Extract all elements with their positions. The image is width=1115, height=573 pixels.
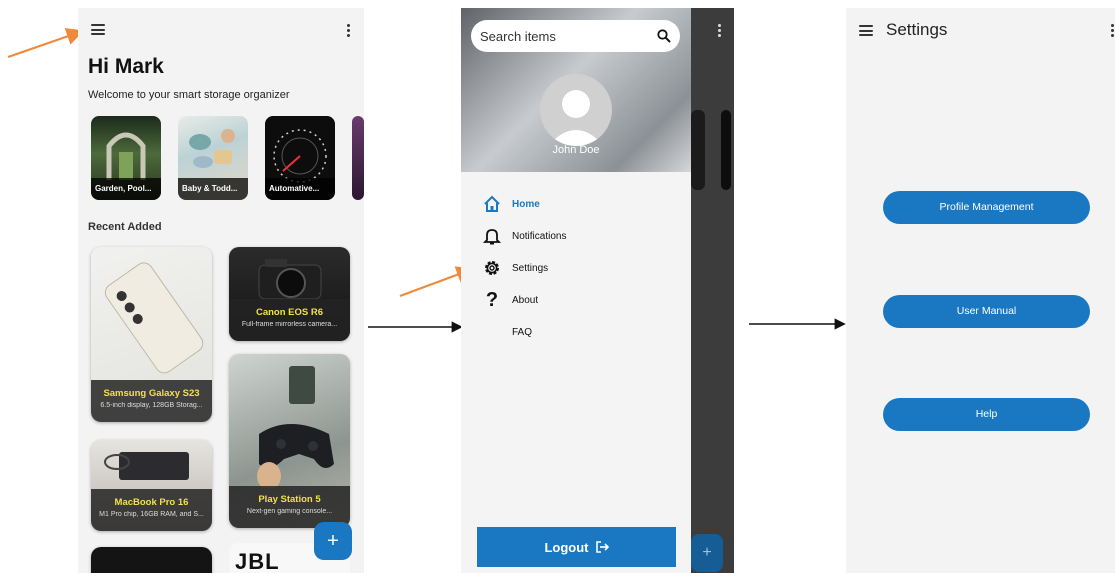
user-name: John Doe [552,144,600,156]
background-card [691,110,705,190]
category-card-partial[interactable] [352,116,364,200]
nav-label-settings: Settings [512,262,549,274]
profile-management-button[interactable]: Profile Management [883,191,1090,224]
logout-icon [595,541,609,553]
item-description: Full-frame mirrorless camera... [241,321,338,328]
home-icon [481,193,503,215]
nav-item-about[interactable]: ? About [481,288,538,312]
category-label: Garden, Pool... [91,178,161,200]
overflow-menu-icon[interactable] [1110,24,1114,37]
bell-icon [481,225,503,247]
item-title: Samsung Galaxy S23 [103,388,200,399]
hamburger-menu-icon[interactable] [91,24,105,35]
logout-label: Logout [544,539,589,555]
faq-icon-placeholder [481,321,503,343]
item-description: 6.5-inch display, 128GB Storag... [100,402,203,409]
category-card-baby[interactable]: Baby & Todd... [178,116,248,200]
question-mark-icon: ? [485,288,499,311]
nav-label-faq: FAQ [512,326,533,338]
background-card [721,110,731,190]
item-title: MacBook Pro 16 [114,497,189,508]
search-placeholder: Search items [480,29,556,44]
item-card-samsung[interactable]: Samsung Galaxy S23 6.5-inch display, 128G… [91,247,212,422]
nav-label-notifications: Notifications [512,230,567,242]
item-card-playstation[interactable]: Play Station 5 Next-gen gaming console... [229,354,350,528]
category-label: Baby & Todd... [178,178,248,200]
nav-item-home[interactable]: Home [481,192,540,216]
settings-screen: Settings Profile Management User Manual … [846,8,1115,573]
nav-label-about: About [512,294,539,306]
welcome-subtitle: Welcome to your smart storage organizer [88,89,290,101]
page-title: Settings [886,20,948,39]
category-card-garden[interactable]: Garden, Pool... [91,116,161,200]
annotation-arrow-settings [399,266,475,298]
overflow-menu-icon[interactable] [346,24,350,37]
item-description: M1 Pro chip, 16GB RAM, and S... [99,511,204,518]
item-card-canon[interactable]: Canon EOS R6 Full-frame mirrorless camera… [229,247,350,341]
nav-item-faq[interactable]: FAQ [481,320,532,344]
home-screen: Hi Mark Welcome to your smart storage or… [78,8,364,573]
jbl-logo-text: JBL [235,549,280,573]
help-button[interactable]: Help [883,398,1090,431]
item-card-macbook[interactable]: MacBook Pro 16 M1 Pro chip, 16GB RAM, and… [91,440,212,531]
add-item-fab[interactable]: + [314,522,352,560]
annotation-arrow-menu [7,28,85,59]
item-description: Next-gen gaming console... [246,508,333,515]
search-icon[interactable] [657,29,671,43]
nav-label-home: Home [512,198,540,210]
user-avatar-icon [548,90,604,146]
recent-added-heading: Recent Added [88,221,162,233]
item-title: Play Station 5 [258,494,321,505]
greeting-title: Hi Mark [88,55,164,78]
category-card-automotive[interactable]: Automative... [265,116,335,200]
search-input[interactable]: Search items [471,20,680,52]
nav-item-settings[interactable]: Settings [481,256,548,280]
item-title: Canon EOS R6 [255,307,324,318]
hamburger-menu-icon[interactable] [859,25,873,36]
overflow-menu-icon [717,24,721,37]
item-card-partial[interactable] [91,547,212,573]
nav-item-notifications[interactable]: Notifications [481,224,566,248]
gear-icon [481,257,503,279]
user-manual-button[interactable]: User Manual [883,295,1090,328]
dimmed-fab: + [691,534,723,572]
navigation-drawer-screen: + Search items John Doe Home Notificatio… [461,8,734,573]
avatar[interactable] [540,74,612,146]
category-label: Automative... [265,178,335,200]
logout-button[interactable]: Logout [477,527,676,567]
